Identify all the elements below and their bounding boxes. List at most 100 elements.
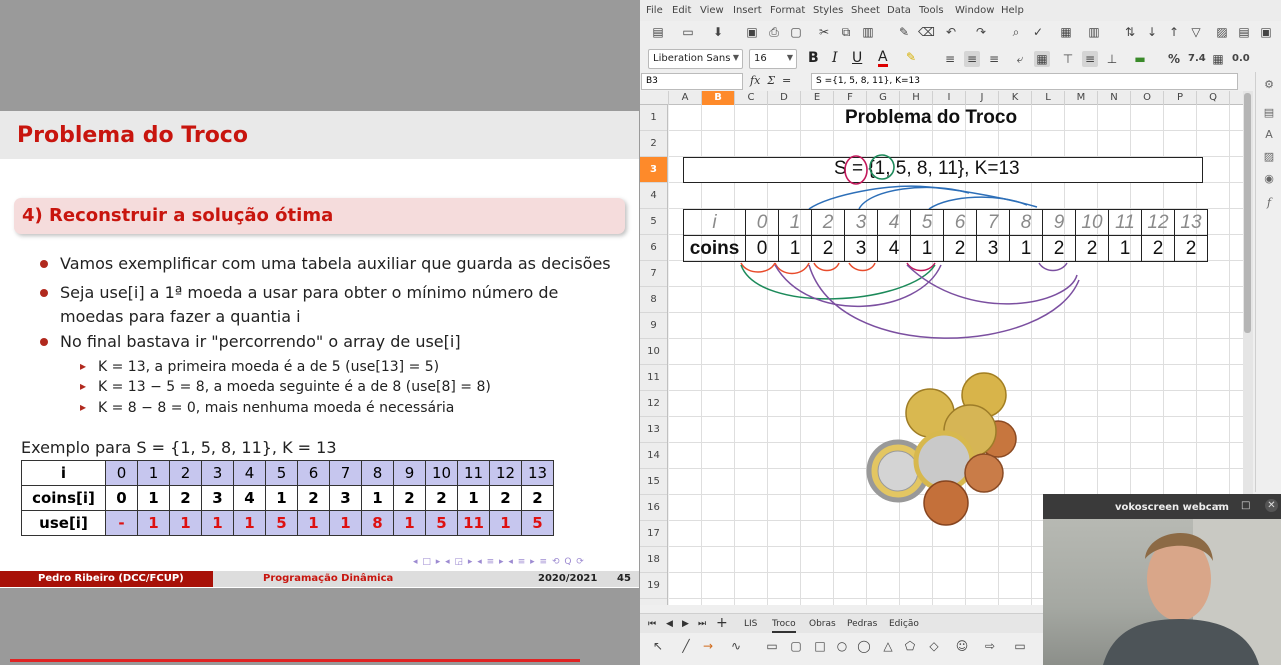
menu-insert[interactable]: Insert — [733, 5, 762, 16]
row-header-4[interactable]: 4 — [640, 183, 667, 209]
row-header-11[interactable]: 11 — [640, 365, 667, 391]
prev-sheet-icon[interactable]: ◀ — [666, 619, 673, 629]
menu-window[interactable]: Window — [955, 5, 994, 16]
gear-icon[interactable]: ⚙ — [1262, 78, 1276, 92]
align-middle-icon[interactable]: ≡ — [1082, 51, 1098, 67]
row-header-7[interactable]: 7 — [640, 261, 667, 287]
underline-button[interactable]: U — [852, 50, 862, 66]
line-icon[interactable]: ╱ — [678, 638, 694, 654]
row-header-2[interactable]: 2 — [640, 131, 667, 157]
italic-button[interactable]: I — [832, 50, 838, 66]
last-sheet-icon[interactable]: ⏭ — [698, 619, 706, 629]
scrollbar-thumb[interactable] — [1244, 93, 1251, 333]
column-header-h[interactable]: H — [900, 91, 933, 105]
beamer-nav-icons[interactable]: ◂ □ ▸ ◂ ◲ ▸ ◂ ≡ ▸ ◂ ≡ ▸ ≡ ⟲ Q ⟳ — [413, 557, 585, 567]
sheet-cell[interactable]: 0 — [745, 235, 779, 262]
sheet-cell[interactable]: 2 — [1075, 235, 1109, 262]
tab-lis[interactable]: LIS — [744, 619, 757, 629]
euro-coins-image[interactable] — [866, 367, 1036, 527]
row-header-17[interactable]: 17 — [640, 521, 667, 547]
triangle-icon[interactable]: △ — [880, 638, 896, 654]
pentagon-icon[interactable]: ⬠ — [902, 638, 918, 654]
name-box[interactable]: B3 — [641, 73, 743, 90]
first-sheet-icon[interactable]: ⏮ — [648, 619, 656, 629]
sheet-cell[interactable]: 6 — [943, 209, 977, 236]
symbol-shapes-icon[interactable]: ☺ — [954, 638, 970, 654]
circle-icon[interactable]: ◯ — [856, 638, 872, 654]
row-header-13[interactable]: 13 — [640, 417, 667, 443]
menu-styles[interactable]: Styles — [813, 5, 843, 16]
function-wizard-icon[interactable]: fx Σ = — [750, 74, 791, 87]
sheet-cell[interactable]: 5 — [910, 209, 944, 236]
column-header-d[interactable]: D — [768, 91, 801, 105]
spelling-icon[interactable]: ✓ — [1030, 24, 1046, 40]
font-name-box[interactable]: Liberation Sans ▼ — [648, 49, 743, 69]
align-left-icon[interactable]: ≡ — [942, 51, 958, 67]
column-header-k[interactable]: K — [999, 91, 1032, 105]
menu-file[interactable]: File — [646, 5, 663, 16]
coins-label-cell[interactable]: coins — [683, 235, 746, 262]
sheet-cell[interactable]: 2 — [811, 235, 845, 262]
print-preview-icon[interactable]: ▢ — [788, 24, 804, 40]
diamond-shape-icon[interactable]: ◇ — [926, 638, 942, 654]
sheet-cell[interactable]: 3 — [976, 235, 1010, 262]
flowchart-icon[interactable]: ▭ — [1012, 638, 1028, 654]
column-header-a[interactable]: A — [669, 91, 702, 105]
save-icon[interactable]: ⬇ — [710, 24, 726, 40]
redo-icon[interactable]: ↷ — [973, 24, 989, 40]
row-header-19[interactable]: 19 — [640, 573, 667, 599]
wrap-text-icon[interactable]: ⤶ — [1012, 51, 1028, 67]
align-right-icon[interactable]: ≡ — [986, 51, 1002, 67]
sheet-cell[interactable]: 2 — [1042, 235, 1076, 262]
menu-help[interactable]: Help — [1001, 5, 1024, 16]
row-header-9[interactable]: 9 — [640, 313, 667, 339]
pivot-table-icon[interactable]: ▣ — [1258, 24, 1274, 40]
tab-edicao[interactable]: Edição — [889, 619, 919, 629]
column-header-l[interactable]: L — [1032, 91, 1065, 105]
column-header-e[interactable]: E — [801, 91, 834, 105]
align-center-icon[interactable]: ≡ — [964, 51, 980, 67]
column-header-m[interactable]: M — [1065, 91, 1098, 105]
block-arrows-icon[interactable]: ⇨ — [982, 638, 998, 654]
tab-pedras[interactable]: Pedras — [847, 619, 877, 629]
sheet-cell[interactable]: 11 — [1108, 209, 1142, 236]
ellipse-icon[interactable]: ○ — [834, 638, 850, 654]
sheet-cell[interactable]: 1 — [1009, 235, 1043, 262]
clear-format-icon[interactable]: ⌫ — [918, 24, 935, 40]
row-header-6[interactable]: 6 — [640, 235, 667, 261]
video-progress-bar[interactable] — [10, 659, 580, 662]
rectangle-icon[interactable]: ▭ — [764, 638, 780, 654]
column-header-c[interactable]: C — [735, 91, 768, 105]
export-pdf-icon[interactable]: ▣ — [744, 24, 760, 40]
sheet-cell[interactable]: 1 — [778, 209, 812, 236]
close-icon[interactable]: ✕ — [1265, 499, 1278, 512]
column-header-p[interactable]: P — [1164, 91, 1197, 105]
sheet-cell[interactable]: 2 — [1174, 235, 1208, 262]
sheet-cell[interactable]: 0 — [745, 209, 779, 236]
menu-format[interactable]: Format — [770, 5, 805, 16]
sheet-cell[interactable]: 13 — [1174, 209, 1208, 236]
properties-icon[interactable]: ▤ — [1262, 106, 1276, 120]
row-header-15[interactable]: 15 — [640, 469, 667, 495]
merge-center-icon[interactable]: ▦ — [1034, 51, 1050, 67]
sheet-cell[interactable]: 4 — [877, 209, 911, 236]
sheet-cell[interactable]: 2 — [811, 209, 845, 236]
functions-icon[interactable]: f — [1262, 196, 1276, 210]
row-header-5[interactable]: 5 — [640, 209, 667, 235]
minimize-icon[interactable]: – — [1217, 500, 1222, 511]
percent-format-icon[interactable]: % — [1166, 51, 1182, 67]
gallery-icon[interactable]: ▨ — [1262, 150, 1276, 164]
number-format-icon[interactable]: 7.4 — [1188, 51, 1206, 67]
currency-format-icon[interactable]: ▬ — [1132, 51, 1148, 67]
square-icon[interactable]: □ — [812, 638, 828, 654]
column-header-q[interactable]: Q — [1197, 91, 1230, 105]
sort-icon[interactable]: ⇅ — [1122, 24, 1138, 40]
print-icon[interactable]: ⎙ — [766, 24, 782, 40]
sheet-cell[interactable]: 1 — [1108, 235, 1142, 262]
chart-icon[interactable]: ▤ — [1236, 24, 1252, 40]
sort-descending-icon[interactable]: ↑ — [1166, 24, 1182, 40]
select-all-corner[interactable] — [640, 91, 669, 105]
sheet-cell[interactable]: 10 — [1075, 209, 1109, 236]
row-header-10[interactable]: 10 — [640, 339, 667, 365]
align-top-icon[interactable]: ⊤ — [1060, 51, 1076, 67]
